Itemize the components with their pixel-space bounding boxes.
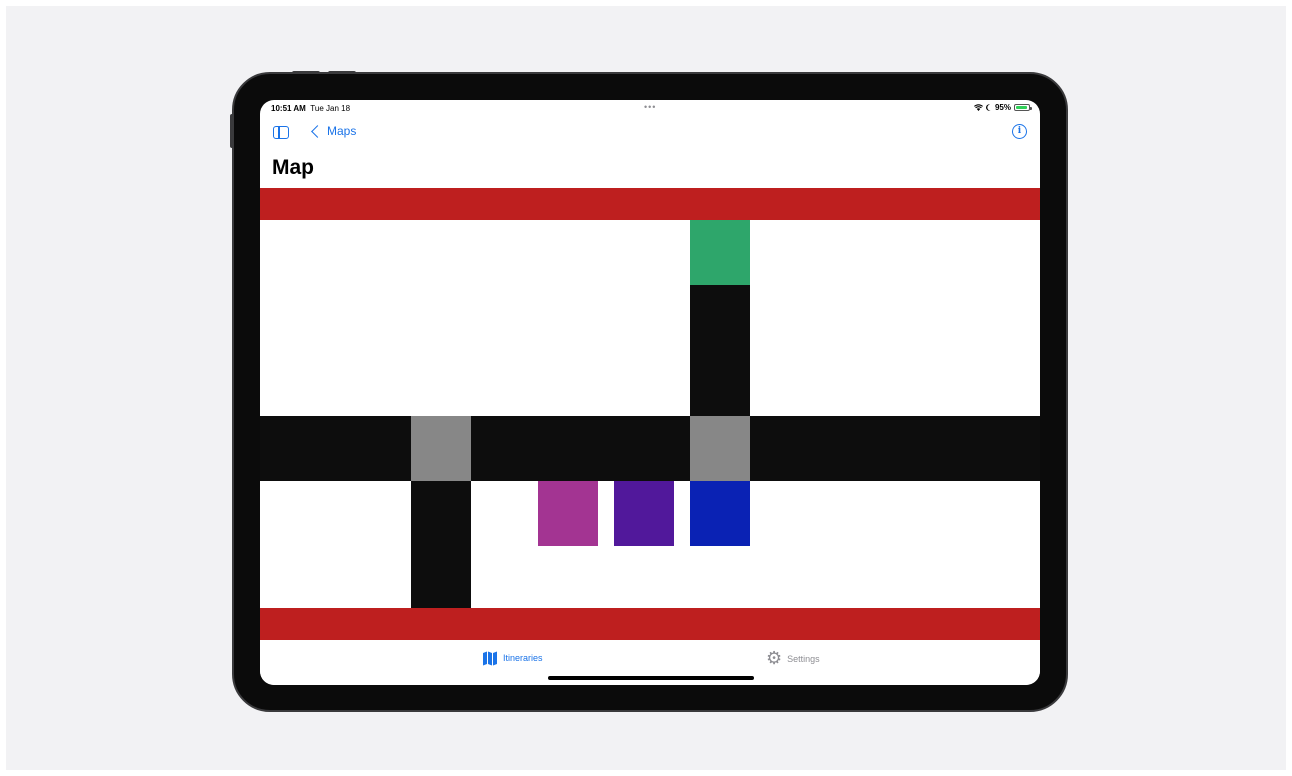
volume-down-button [328,71,356,74]
purple-tile[interactable] [614,481,674,546]
tab-settings-label: Settings [787,654,820,664]
screen: 10:51 AM Tue Jan 18 ••• 95% Maps i Map I… [260,100,1040,685]
tab-settings[interactable]: ⚙ Settings [766,650,820,668]
blue-tile[interactable] [690,481,750,546]
back-button-label: Maps [327,124,357,138]
road-vertical-bottom [411,481,471,608]
green-tile[interactable] [690,220,750,285]
tab-bar: Itineraries ⚙ Settings [260,640,1040,685]
moon-icon [986,104,991,111]
status-bar: 10:51 AM Tue Jan 18 ••• 95% [260,100,1040,116]
status-date: Tue Jan 18 [310,104,351,113]
map-grid [260,188,1040,640]
volume-up-button [292,71,320,74]
road-vertical-top [690,285,750,416]
sidebar-toggle-icon[interactable] [273,126,289,139]
back-button[interactable]: Maps [310,124,356,138]
boundary-top [260,188,1040,220]
info-icon[interactable]: i [1012,124,1027,139]
chevron-left-icon [311,124,324,138]
top-side-button [230,114,233,148]
wifi-icon [974,104,983,111]
page-title: Map [272,156,314,179]
home-indicator[interactable] [548,676,754,680]
status-time: 10:51 AM Tue Jan 18 [271,104,351,113]
intersection-right[interactable] [690,416,750,481]
magenta-tile[interactable] [538,481,598,546]
multitasking-dots[interactable]: ••• [644,102,656,112]
tab-itineraries[interactable]: Itineraries [482,650,543,666]
intersection-left[interactable] [411,416,471,481]
battery-icon [1014,104,1032,111]
navigation-bar: Maps i [260,120,1040,148]
gear-icon: ⚙ [766,648,783,669]
boundary-bottom [260,608,1040,640]
canvas-background: 10:51 AM Tue Jan 18 ••• 95% Maps i Map I… [6,6,1286,770]
tab-itineraries-label: Itineraries [503,653,543,663]
map-icon [483,651,497,666]
ipad-device-frame: 10:51 AM Tue Jan 18 ••• 95% Maps i Map I… [230,71,1068,712]
status-indicators: 95% [974,103,1032,112]
road-horizontal [260,416,1040,481]
battery-percent: 95% [994,103,1011,112]
